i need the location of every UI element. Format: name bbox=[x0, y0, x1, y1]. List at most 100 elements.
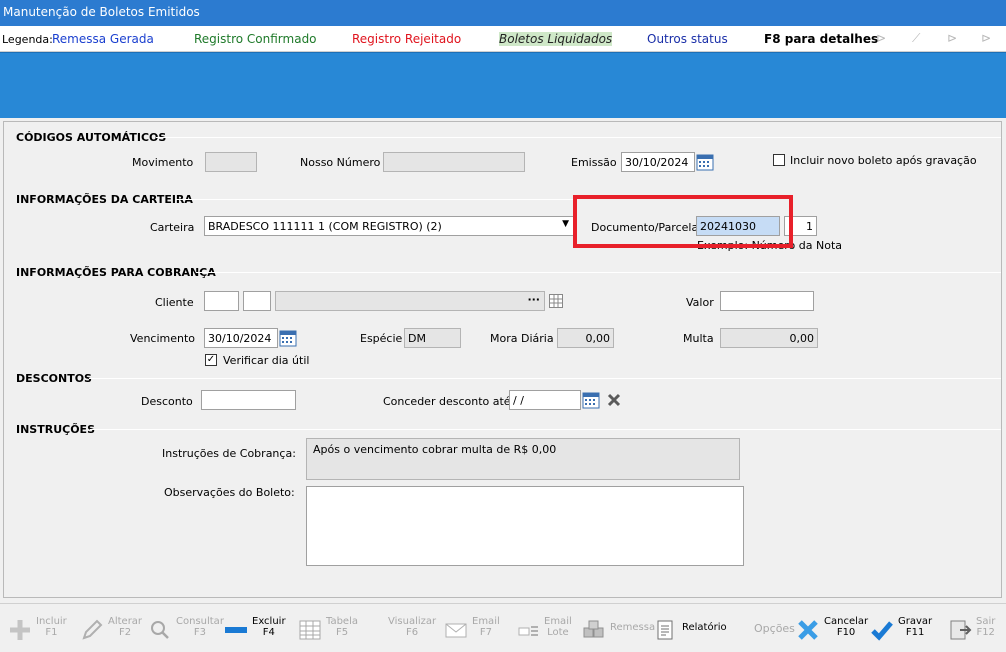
verificar-label: Verificar dia útil bbox=[223, 354, 310, 367]
vencimento-field[interactable]: 30/10/2024 bbox=[204, 328, 278, 348]
highlight-box bbox=[573, 195, 793, 248]
relatorio-label: Relatório bbox=[682, 622, 727, 633]
cancelar-button[interactable]: Cancelar F10 bbox=[796, 614, 868, 646]
legend-outros-status: Outros status bbox=[647, 32, 728, 46]
nav-last-icon[interactable]: ⊳ bbox=[981, 31, 991, 45]
especie-field[interactable]: DM bbox=[404, 328, 461, 348]
calendar-icon[interactable] bbox=[696, 153, 714, 171]
mora-field[interactable]: 0,00 bbox=[557, 328, 614, 348]
report-icon bbox=[657, 620, 673, 640]
section-divider bbox=[196, 272, 1001, 273]
relatorio-button[interactable]: Relatório bbox=[654, 614, 727, 646]
legend-bar: Legenda: Remessa Gerada Registro Confirm… bbox=[0, 26, 1006, 52]
multa-label: Multa bbox=[683, 332, 714, 345]
section-title-codigos: CÓDIGOS AUTOMÁTICOS bbox=[16, 131, 167, 144]
visualizar-button[interactable]: Visualizar F6 bbox=[370, 614, 436, 646]
alterar-button[interactable]: Alterar F2 bbox=[80, 614, 142, 646]
legend-label: Legenda: bbox=[2, 33, 53, 46]
gravar-button[interactable]: Gravar F11 bbox=[870, 614, 936, 646]
legend-boletos-liquidados: Boletos Liquidados bbox=[499, 32, 613, 46]
nosso-numero-field[interactable] bbox=[383, 152, 525, 172]
section-divider bbox=[176, 199, 576, 200]
excluir-label: Excluir bbox=[252, 616, 286, 627]
opcoes-label: Opções bbox=[754, 622, 795, 635]
consultar-label: Consultar bbox=[176, 616, 224, 627]
sair-key: F12 bbox=[976, 627, 995, 638]
gravar-label: Gravar bbox=[898, 616, 933, 627]
nav-first-icon[interactable]: ⊳ bbox=[876, 31, 886, 45]
form-panel: CÓDIGOS AUTOMÁTICOS Movimento Nosso Núme… bbox=[3, 121, 1002, 598]
clear-date-icon[interactable] bbox=[606, 392, 622, 408]
tabela-button[interactable]: Tabela F5 bbox=[298, 614, 360, 646]
visualizar-label: Visualizar bbox=[388, 616, 437, 627]
observacoes-field[interactable] bbox=[306, 486, 744, 566]
sair-label: Sair bbox=[976, 616, 996, 627]
tabela-label: Tabela bbox=[326, 616, 358, 627]
incluir-novo-label: Incluir novo boleto após gravação bbox=[790, 154, 977, 167]
desconto-label: Desconto bbox=[141, 395, 193, 408]
bottom-toolbar: Incluir F1 Alterar F2 Consultar F3 Excluir F… bbox=[0, 603, 1006, 652]
cancelar-label: Cancelar bbox=[824, 616, 869, 627]
vencimento-label: Vencimento bbox=[130, 332, 196, 345]
cliente-name-field[interactable]: ··· bbox=[275, 291, 545, 311]
valor-label: Valor bbox=[686, 296, 714, 309]
chevron-down-icon[interactable]: ▼ bbox=[562, 219, 569, 229]
cliente-label: Cliente bbox=[155, 296, 194, 309]
carteira-value: BRADESCO 111111 1 (COM REGISTRO) (2) bbox=[208, 220, 442, 233]
opcoes-button[interactable]: Opções bbox=[726, 614, 795, 646]
consultar-button[interactable]: Consultar F3 bbox=[148, 614, 224, 646]
section-title-instrucoes: INSTRUÇÕES bbox=[16, 423, 95, 436]
excluir-button[interactable]: Excluir F4 bbox=[224, 614, 286, 646]
cliente-code1-field[interactable] bbox=[204, 291, 239, 311]
nav-prev-icon[interactable]: ⟋ bbox=[912, 31, 920, 46]
email-lote-label: Email bbox=[544, 616, 572, 627]
tabela-key: F5 bbox=[335, 627, 349, 638]
plus-icon bbox=[10, 620, 30, 640]
multa-field[interactable]: 0,00 bbox=[720, 328, 818, 348]
cliente-code2-field[interactable] bbox=[243, 291, 271, 311]
window-title-bar: Manutenção de Boletos Emitidos bbox=[0, 0, 1006, 26]
boxes-icon bbox=[583, 620, 604, 638]
search-icon bbox=[151, 621, 169, 639]
section-divider bbox=[90, 429, 1001, 430]
movimento-label: Movimento bbox=[132, 156, 194, 169]
cancelar-key: F10 bbox=[836, 627, 856, 638]
pencil-icon bbox=[82, 619, 103, 640]
mora-label: Mora Diária bbox=[490, 332, 554, 345]
remessa-label: Remessa bbox=[610, 622, 656, 633]
conceder-label: Conceder desconto até bbox=[383, 395, 511, 408]
calendar-icon[interactable] bbox=[582, 391, 600, 409]
section-divider bbox=[89, 378, 1001, 379]
carteira-select[interactable]: BRADESCO 111111 1 (COM REGISTRO) (2) ▼ bbox=[204, 216, 574, 236]
emissao-field[interactable]: 30/10/2024 bbox=[621, 152, 695, 172]
remessa-button[interactable]: Remessa bbox=[582, 614, 655, 646]
ellipsis-icon[interactable]: ··· bbox=[527, 293, 540, 306]
incluir-novo-checkbox[interactable] bbox=[773, 154, 785, 166]
carteira-label: Carteira bbox=[150, 221, 195, 234]
envelope-icon bbox=[445, 623, 467, 638]
email-lote-button[interactable]: Email Lote bbox=[516, 614, 572, 646]
nav-next-icon[interactable]: ⊳ bbox=[947, 31, 957, 45]
x-icon bbox=[798, 620, 818, 640]
section-title-carteira: INFORMAÇÕES DA CARTEIRA bbox=[16, 193, 193, 206]
section-title-descontos: DESCONTOS bbox=[16, 372, 92, 385]
conceder-field[interactable]: / / bbox=[509, 390, 581, 410]
grid-icon[interactable] bbox=[549, 294, 563, 308]
exit-icon bbox=[950, 620, 972, 640]
table-icon bbox=[299, 620, 321, 640]
verificar-checkbox[interactable]: ✓ bbox=[205, 354, 217, 366]
consultar-key: F3 bbox=[193, 627, 207, 638]
desconto-field[interactable] bbox=[201, 390, 296, 410]
visualizar-key: F6 bbox=[406, 627, 419, 638]
valor-field[interactable] bbox=[720, 291, 814, 311]
incluir-button[interactable]: Incluir F1 bbox=[8, 614, 70, 646]
email-button[interactable]: Email F7 bbox=[444, 614, 500, 646]
instrucoes-field[interactable]: Após o vencimento cobrar multa de R$ 0,0… bbox=[306, 438, 740, 480]
sair-button[interactable]: Sair F12 bbox=[948, 614, 1002, 646]
incluir-key: F1 bbox=[45, 627, 58, 638]
alterar-key: F2 bbox=[118, 627, 132, 638]
movimento-field[interactable] bbox=[205, 152, 257, 172]
email-label: Email bbox=[472, 616, 500, 627]
calendar-icon[interactable] bbox=[279, 329, 297, 347]
section-title-cobranca: INFORMAÇÕES PARA COBRANÇA bbox=[16, 266, 216, 279]
